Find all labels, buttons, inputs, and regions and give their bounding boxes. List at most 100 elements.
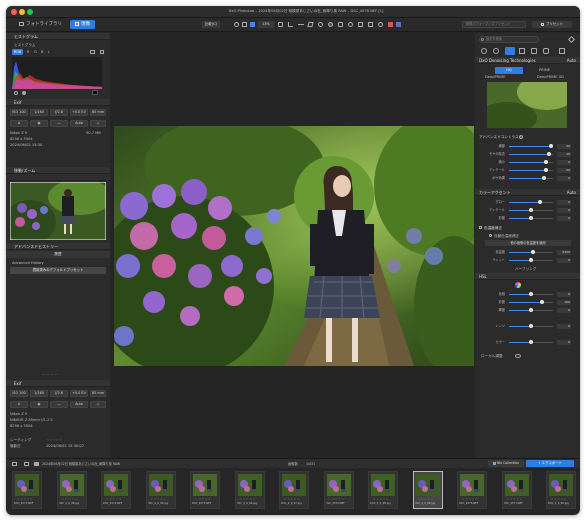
filmstrip-thumb[interactable]: ☆☆☆☆☆ DSC_4_6_98.jpg <box>56 471 87 509</box>
shadows-clip-icon[interactable] <box>14 91 18 95</box>
light-section-toggle-icon[interactable] <box>519 135 523 139</box>
thumb-rating[interactable]: ☆☆☆☆☆ <box>329 497 345 501</box>
settings-search-input[interactable]: 設定を検索 <box>479 36 539 43</box>
horizon-tool-icon[interactable] <box>298 24 304 25</box>
export-button[interactable]: ⇧エクスポート <box>526 460 574 467</box>
filmstrip-thumb[interactable]: ☆☆☆☆☆ DSC_4_6_88.jpg <box>412 471 443 509</box>
highlights-clip-icon[interactable] <box>22 91 26 95</box>
hsl-slider-1-knob[interactable] <box>540 300 544 304</box>
underexposure-icon[interactable] <box>396 22 401 27</box>
meta-palette-icon[interactable] <box>559 48 565 54</box>
preset-button[interactable]: プリセット <box>532 21 572 28</box>
history-item-1[interactable]: 適用済みのデフォルトプリセット <box>10 267 106 274</box>
thumb-rating[interactable]: ☆☆☆☆☆ <box>373 497 389 501</box>
navigator-header[interactable]: 移動/ズーム <box>6 167 110 174</box>
loupe-icon[interactable] <box>378 22 383 27</box>
preset-search-input[interactable]: 新規パフォーマンスプリセット <box>462 21 526 28</box>
channel-l[interactable]: L <box>48 49 50 55</box>
color-slider-1-value[interactable]: 0 <box>557 207 571 213</box>
wb-slider-0[interactable]: 色温度 5400 <box>479 249 571 255</box>
channel-rgb[interactable]: RGB <box>12 49 23 55</box>
wb-slider-1-value[interactable]: 0 <box>557 257 571 263</box>
hsl-slider-1[interactable]: 彩度 100 <box>479 299 571 305</box>
thumb-rating[interactable]: ☆☆☆☆☆ <box>62 497 78 501</box>
fit-icon[interactable] <box>242 22 247 27</box>
light-palette-icon[interactable] <box>481 48 487 54</box>
thumb-rating[interactable]: ☆☆☆☆☆ <box>240 497 256 501</box>
filmstrip-thumb[interactable]: ☆☆☆☆☆ DSC_4_6_96.jpg <box>234 471 265 509</box>
hsl-slider-0-knob[interactable] <box>529 292 533 296</box>
slider-3-knob[interactable] <box>544 168 549 172</box>
denoise-prime-hq[interactable]: HQ <box>495 67 523 74</box>
mask-icon[interactable] <box>348 22 353 27</box>
hsl-slider-4-track[interactable] <box>509 340 553 344</box>
color-slider-1-knob[interactable] <box>529 208 533 212</box>
filmstrip-thumb[interactable]: ☆☆☆☆☆ DSC_4_6_99.jpg <box>145 471 176 509</box>
denoise-header[interactable]: DxO Denoising Technologies Auto <box>475 57 580 64</box>
filmstrip-thumb[interactable]: ☆☆☆☆☆ DSC_4_6_88.jpg <box>546 471 576 509</box>
thumb-rating[interactable]: ☆☆☆☆☆ <box>151 497 167 501</box>
close-window-button[interactable] <box>11 9 17 15</box>
channel-b[interactable]: B <box>41 49 43 55</box>
slider-4-knob[interactable] <box>542 176 547 180</box>
local-palette-icon[interactable] <box>531 48 537 54</box>
wb-checkbox-icon[interactable] <box>479 226 482 229</box>
channel-g[interactable]: G <box>34 49 37 55</box>
thumb-rating[interactable]: ☆☆☆☆☆ <box>195 497 211 501</box>
wb-slider-1-knob[interactable] <box>529 258 533 262</box>
exif2-header[interactable]: Exif <box>6 380 110 387</box>
sort-icon[interactable] <box>24 462 29 466</box>
color-slider-2-knob[interactable] <box>529 216 533 220</box>
geometry-palette-icon[interactable] <box>519 48 525 54</box>
hsl-slider-3-value[interactable]: 0 <box>557 323 571 329</box>
slider-2[interactable]: 微小 0 <box>479 159 571 165</box>
compare-button[interactable]: 比較(C) <box>202 21 220 28</box>
slider-0-knob[interactable] <box>548 144 553 148</box>
color-slider-1[interactable]: ディテール 0 <box>479 207 571 213</box>
filmstrip-thumb[interactable]: ☆☆☆☆☆ DSC_4576.NEF <box>457 471 487 509</box>
filmstrip-thumb[interactable]: ☆☆☆☆☆ DSC_4577.NEF <box>501 471 532 509</box>
before-after-icon[interactable] <box>358 22 363 27</box>
gamut-icon[interactable] <box>100 50 104 54</box>
filmstrip-thumb[interactable]: ☆☆☆☆☆ DSC_4574.NEF <box>101 471 131 509</box>
slider-2-track[interactable] <box>509 160 553 164</box>
slider-3-track[interactable] <box>509 168 553 172</box>
viewer[interactable] <box>111 33 474 458</box>
denoise-preview[interactable] <box>487 82 567 128</box>
filmstrip-thumb[interactable]: ☆☆☆☆☆ DSC_4_6_97.jpg <box>279 471 309 509</box>
color-slider-0-knob[interactable] <box>537 200 542 204</box>
color-header[interactable]: カラーアクセント Auto <box>475 189 580 196</box>
thumb-rating[interactable]: ☆☆☆☆☆ <box>17 497 33 501</box>
color-slider-0-value[interactable]: 0 <box>557 199 571 205</box>
denoise-deepprime-xd[interactable]: DeepPRIME XD <box>537 74 564 80</box>
color-slider-0-track[interactable] <box>509 200 553 204</box>
slider-0-track[interactable] <box>509 144 553 148</box>
tab-photo-library[interactable]: フォトライブラリ <box>14 20 67 29</box>
slider-1-value[interactable]: 15 <box>557 151 571 157</box>
filmstrip-thumb[interactable]: ☆☆☆☆☆ DSC_4_6_98.jpg <box>368 471 398 509</box>
hsl-header[interactable]: HSL <box>475 273 580 280</box>
exif-header[interactable]: Exif <box>6 99 110 106</box>
effects-palette-icon[interactable] <box>543 48 549 54</box>
slider-2-knob[interactable] <box>544 160 549 164</box>
zoom-window-button[interactable] <box>27 9 33 15</box>
color-slider-2-value[interactable]: 0 <box>557 215 571 221</box>
monitor-icon[interactable] <box>90 50 95 54</box>
navigator-preview[interactable] <box>10 182 106 240</box>
wb-slider-0-track[interactable] <box>509 250 553 254</box>
thumb-rating[interactable]: ☆☆☆☆☆ <box>106 497 122 501</box>
overexposure-icon[interactable] <box>388 22 393 27</box>
slider-4-track[interactable] <box>509 176 553 180</box>
wb-slider-1-track[interactable] <box>509 258 553 262</box>
zoom-field[interactable]: 13% <box>258 21 274 28</box>
slider-2-value[interactable]: 0 <box>557 159 571 165</box>
slider-3[interactable]: ディテール 20 <box>479 167 571 173</box>
hsl-slider-4-knob[interactable] <box>529 340 533 344</box>
channel-r[interactable]: R <box>27 49 30 55</box>
filter-icon[interactable] <box>12 462 17 466</box>
color-slider-2[interactable]: 彩度 0 <box>479 215 571 221</box>
hand-tool-icon[interactable] <box>278 22 283 27</box>
repair-tool-icon[interactable] <box>318 22 323 27</box>
hsl-slider-4[interactable]: カラー 0 <box>479 339 571 345</box>
history-item-0[interactable]: Advanced History <box>12 260 44 266</box>
